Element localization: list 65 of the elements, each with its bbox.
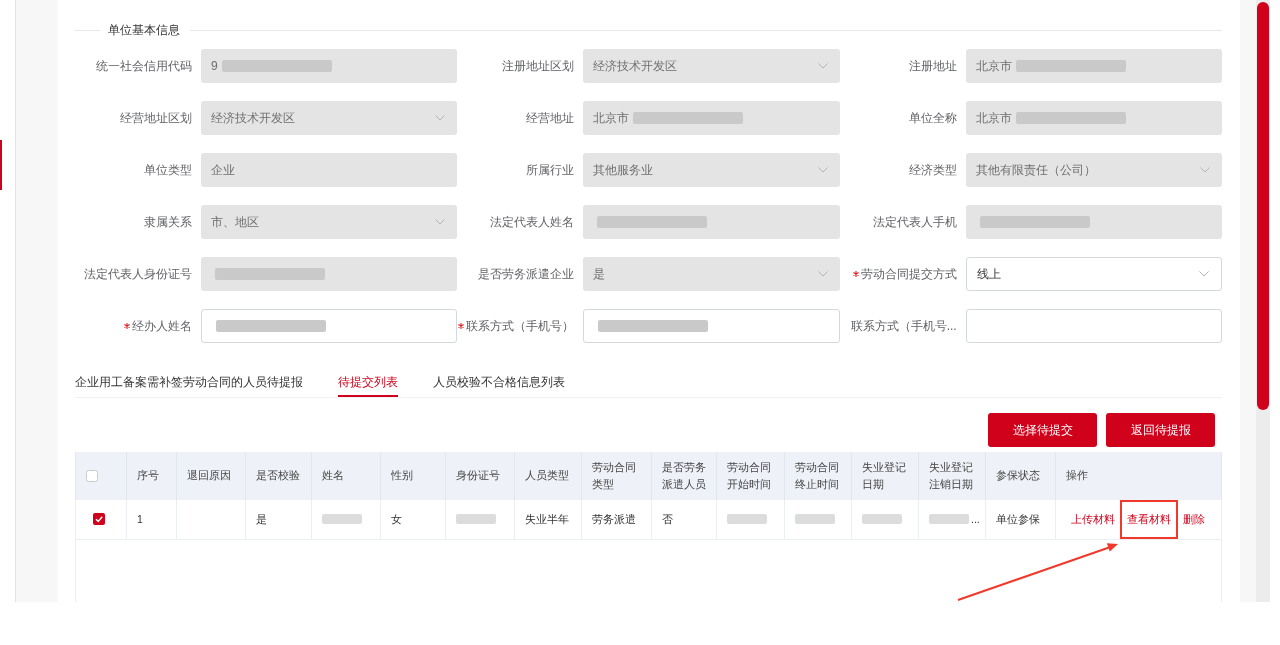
field-label: 单位类型 <box>144 162 192 178</box>
checkbox[interactable] <box>93 513 105 526</box>
table-cell: 是 <box>246 499 312 540</box>
column-header: 是否校验 <box>246 452 312 500</box>
field-label: 是否劳务派遣企业 <box>478 266 575 282</box>
column-header: 劳动合同终止时间 <box>785 452 852 500</box>
column-header: 参保状态 <box>986 452 1056 500</box>
field-label: 隶属关系 <box>144 214 192 230</box>
column-header: 是否劳务派遣人员 <box>652 452 717 500</box>
column-header: 退回原因 <box>177 452 246 500</box>
column-header: 失业登记日期 <box>852 452 919 500</box>
column-header: 序号 <box>127 452 177 500</box>
action-button[interactable]: 选择待提交 <box>988 413 1097 447</box>
column-header: 劳动合同开始时间 <box>717 452 785 500</box>
table-cell: 失业半年 <box>515 499 582 540</box>
field-label: 劳动合同提交方式 <box>860 266 957 282</box>
field-label: 法定代表人身份证号 <box>84 266 192 282</box>
field-label: 经办人姓名 <box>132 318 192 334</box>
chevron-down-icon <box>435 219 446 225</box>
text-field[interactable] <box>965 309 1222 343</box>
section-title: 单位基本信息 <box>108 22 180 38</box>
text-field[interactable] <box>201 309 458 343</box>
action-button[interactable]: 返回待提报 <box>1106 413 1215 447</box>
field-label: 统一社会信用代码 <box>96 58 192 74</box>
cell-text: ... <box>971 511 980 527</box>
column-header: 人员类型 <box>515 452 582 500</box>
action-link[interactable]: 上传材料 <box>1071 511 1115 527</box>
chevron-down-icon <box>1199 271 1209 277</box>
column-header: 性别 <box>381 452 446 500</box>
table-cell: 劳务派遣 <box>582 499 652 540</box>
action-link[interactable]: 删除 <box>1183 511 1205 527</box>
chevron-down-icon <box>817 271 828 277</box>
text-field[interactable] <box>583 309 840 343</box>
field-label: 法定代表人姓名 <box>490 214 575 230</box>
field-label: 单位全称 <box>908 110 957 126</box>
column-header: 失业登记注销日期 <box>919 452 986 500</box>
field-label: 联系方式（手机号... <box>850 318 957 334</box>
action-link[interactable]: 查看材料 <box>1127 511 1171 527</box>
tab[interactable]: 企业用工备案需补签劳动合同的人员待提报 <box>75 371 303 397</box>
field-label: 注册地址区划 <box>502 58 575 74</box>
field-label: 经营地址 <box>526 110 575 126</box>
scrollbar-thumb[interactable] <box>1257 2 1269 410</box>
field-label: 经营地址区划 <box>120 110 192 126</box>
tab[interactable]: 人员校验不合格信息列表 <box>433 371 565 397</box>
table-cell: 女 <box>381 499 446 540</box>
chevron-down-icon <box>817 167 828 173</box>
chevron-down-icon <box>817 63 828 69</box>
table-cell: 1 <box>127 499 177 540</box>
select-field[interactable]: 线上 <box>965 257 1222 291</box>
field-label: 联系方式（手机号） <box>466 318 575 334</box>
field-label: 所属行业 <box>526 162 575 178</box>
column-header: 身份证号 <box>446 452 515 500</box>
field-label: 法定代表人手机 <box>872 214 957 230</box>
column-header: 劳动合同类型 <box>582 452 652 500</box>
field-label: 注册地址 <box>908 58 957 74</box>
table-cell: 否 <box>652 499 717 540</box>
column-header: 姓名 <box>312 452 381 500</box>
chevron-down-icon <box>435 115 446 121</box>
chevron-down-icon <box>1200 167 1210 173</box>
side-marker <box>0 140 2 190</box>
tab[interactable]: 待提交列表 <box>338 371 398 397</box>
column-header: 操作 <box>1056 452 1222 500</box>
table-cell: 单位参保 <box>986 499 1056 540</box>
checkbox[interactable] <box>86 469 98 482</box>
field-label: 经济类型 <box>908 162 957 178</box>
